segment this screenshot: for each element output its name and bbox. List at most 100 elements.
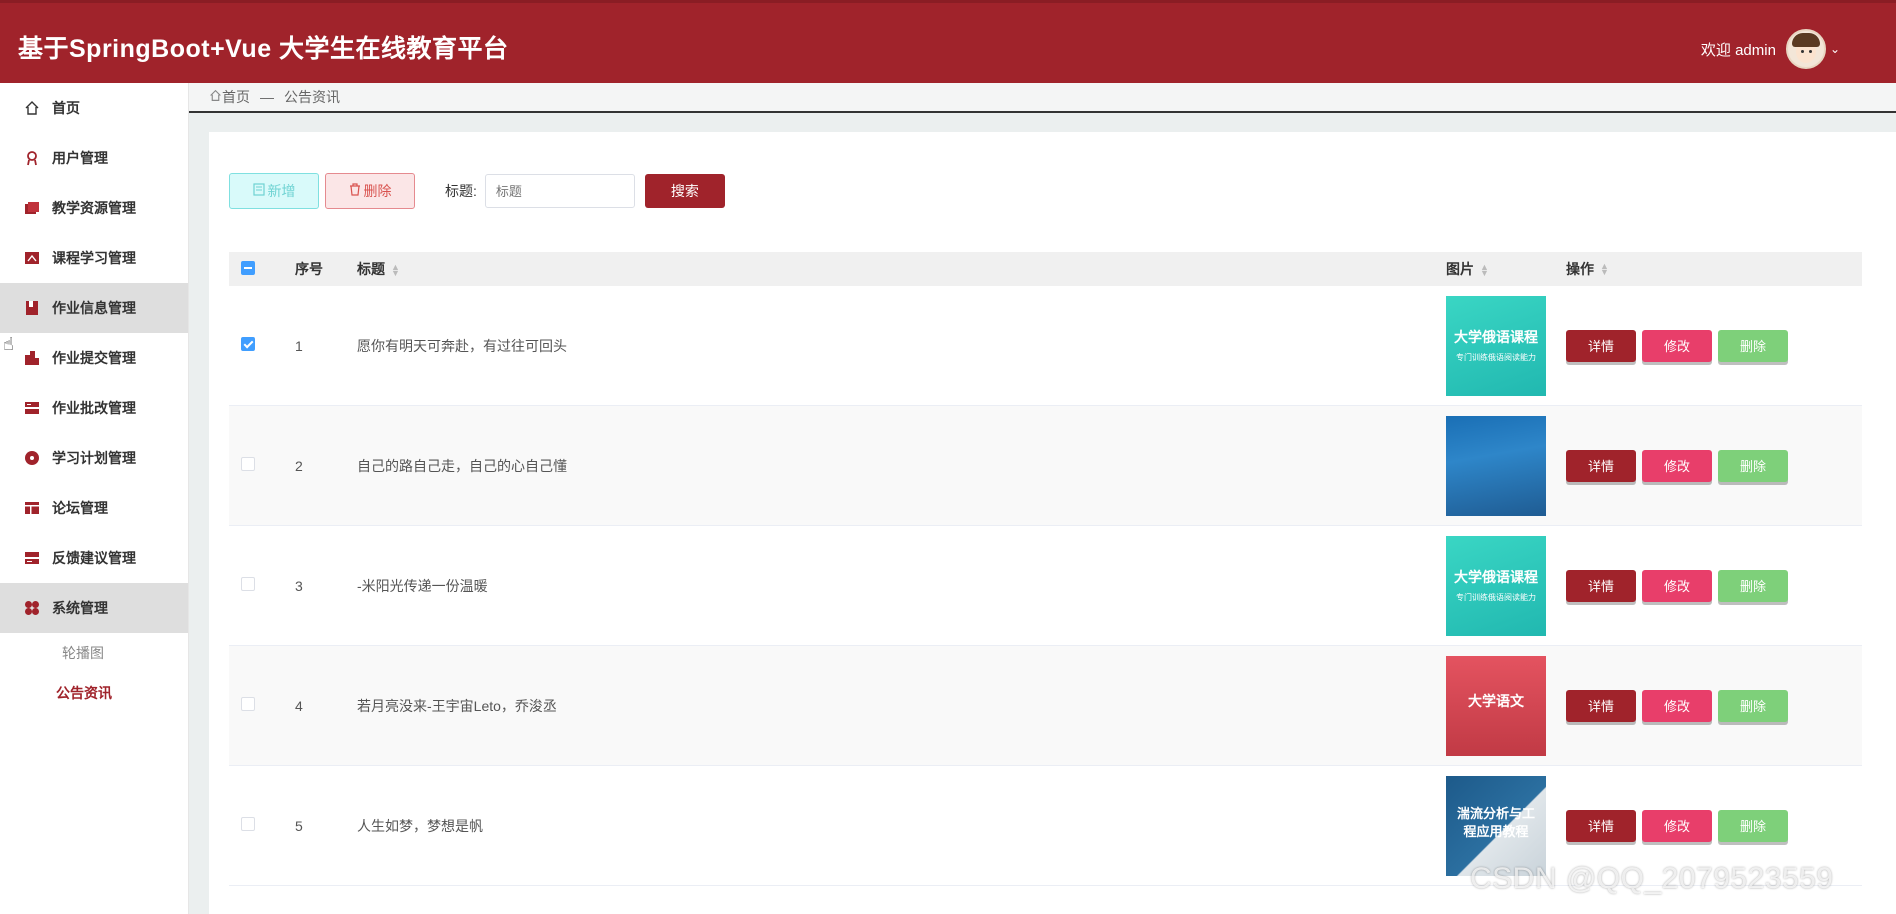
sidebar-item-label: 学习计划管理	[52, 450, 136, 466]
sidebar-item-forum[interactable]: 论坛管理	[0, 483, 188, 533]
row-title: 若月亮没来-王宇宙Leto，乔浚丞	[357, 697, 557, 714]
grading-icon	[24, 400, 40, 416]
title-search-input[interactable]	[484, 174, 635, 208]
toolbar: 新增 删除 标题: 搜索	[229, 173, 725, 209]
breadcrumb-home[interactable]: 首页	[222, 87, 250, 107]
title-filter-label: 标题:	[445, 183, 477, 199]
detail-button[interactable]: 详情	[1566, 689, 1636, 722]
sidebar-subitem-announcements[interactable]: 公告资讯	[0, 673, 188, 713]
delete-button[interactable]: 删除	[1718, 569, 1788, 602]
header-ops[interactable]: 操作 ▲ ▼	[1566, 259, 1862, 279]
table-row[interactable]: 2 自己的路自己走，自己的心自己懂 详情 修改 删除	[229, 406, 1862, 526]
row-image[interactable]: 大学语文	[1446, 655, 1546, 756]
system-icon	[24, 600, 40, 616]
sort-icon[interactable]: ▲ ▼	[1600, 262, 1609, 277]
detail-button[interactable]: 详情	[1566, 329, 1636, 362]
row-image[interactable]	[1446, 415, 1546, 516]
chevron-down-icon[interactable]: ⌄	[1830, 42, 1840, 56]
hand-cursor-icon: ☝	[3, 334, 14, 354]
feedback-icon	[24, 550, 40, 566]
delete-button[interactable]: 删除	[1718, 329, 1788, 362]
announcements-table: 序号 标题 ▲ ▼ 图片 ▲ ▼ 操作 ▲ ▼ 1 愿你有明天可奔赴，有过往可回头 大学俄语…	[229, 252, 1862, 886]
select-all-checkbox[interactable]	[241, 260, 255, 275]
sidebar-subitem-carousel[interactable]: 轮播图	[0, 633, 188, 673]
home-icon[interactable]	[209, 89, 222, 105]
header-index: 序号	[295, 261, 323, 277]
table-row[interactable]: 4 若月亮没来-王宇宙Leto，乔浚丞 大学语文 详情 修改 删除	[229, 646, 1862, 766]
table-header: 序号 标题 ▲ ▼ 图片 ▲ ▼ 操作 ▲ ▼	[229, 252, 1862, 286]
row-checkbox[interactable]	[241, 577, 255, 591]
avatar[interactable]	[1785, 29, 1826, 69]
sidebar-item-label: 作业批改管理	[52, 400, 136, 416]
edit-button[interactable]: 修改	[1642, 689, 1712, 722]
row-index: 3	[295, 577, 303, 594]
edit-button[interactable]: 修改	[1642, 569, 1712, 602]
search-button[interactable]: 搜索	[644, 174, 725, 208]
sidebar-item-label: 用户管理	[52, 150, 108, 166]
sidebar-item-label: 作业信息管理	[52, 300, 136, 316]
header-title[interactable]: 标题 ▲ ▼	[357, 259, 1446, 279]
sidebar-item-label: 作业提交管理	[52, 350, 136, 366]
sidebar-item-home[interactable]: 首页	[0, 83, 188, 133]
row-image[interactable]: 湍流分析与工程应用教程	[1446, 775, 1546, 876]
breadcrumb-separator: —	[260, 89, 274, 105]
sidebar-item-homework[interactable]: 作业信息管理	[0, 283, 188, 333]
detail-button[interactable]: 详情	[1566, 809, 1636, 842]
welcome-text: 欢迎 admin	[1700, 41, 1776, 59]
sidebar-item-label: 反馈建议管理	[52, 550, 136, 566]
home-icon	[24, 100, 40, 116]
sidebar: 首页 用户管理 教学资源管理 课程学习管理 作业信息管理 作业提交管理 作业批改…	[0, 83, 189, 914]
row-checkbox[interactable]	[241, 337, 255, 351]
edit-button[interactable]: 修改	[1642, 449, 1712, 482]
sidebar-item-resources[interactable]: 教学资源管理	[0, 183, 188, 233]
row-title: 人生如梦，梦想是帆	[357, 817, 483, 834]
row-index: 2	[295, 457, 303, 474]
user-menu[interactable]: 欢迎 admin ⌄	[1701, 29, 1840, 69]
books-icon	[24, 200, 40, 216]
new-button[interactable]: 新增	[229, 173, 319, 209]
sort-icon[interactable]: ▲ ▼	[1480, 263, 1489, 278]
breadcrumb-current: 公告资讯	[284, 89, 340, 105]
sidebar-item-label: 系统管理	[52, 600, 108, 616]
course-icon	[24, 250, 40, 266]
sidebar-item-feedback[interactable]: 反馈建议管理	[0, 533, 188, 583]
delete-button[interactable]: 删除	[1718, 449, 1788, 482]
sidebar-item-system[interactable]: 系统管理	[0, 583, 188, 633]
row-title: -米阳光传递一份温暖	[357, 577, 488, 594]
homework-icon	[24, 300, 40, 316]
row-checkbox[interactable]	[241, 697, 255, 711]
bulk-delete-button[interactable]: 删除	[325, 173, 415, 209]
sidebar-item-courses[interactable]: 课程学习管理	[0, 233, 188, 283]
table-row[interactable]: 1 愿你有明天可奔赴，有过往可回头 大学俄语课程 专门训练俄语阅读能力 详情 修改…	[229, 286, 1862, 406]
row-checkbox[interactable]	[241, 457, 255, 471]
row-index: 4	[295, 697, 303, 714]
sidebar-item-plans[interactable]: 学习计划管理	[0, 433, 188, 483]
sidebar-item-grading[interactable]: 作业批改管理	[0, 383, 188, 433]
sort-icon[interactable]: ▲ ▼	[391, 263, 400, 278]
sidebar-item-users[interactable]: 用户管理	[0, 133, 188, 183]
trash-icon	[349, 183, 361, 199]
sidebar-item-label: 课程学习管理	[52, 250, 136, 266]
app-title: 基于SpringBoot+Vue 大学生在线教育平台	[18, 35, 509, 63]
delete-button[interactable]: 删除	[1718, 689, 1788, 722]
watermark: CSDN @QQ_2079523559	[1470, 862, 1834, 895]
row-index: 5	[295, 817, 303, 834]
plan-icon	[24, 450, 40, 466]
edit-button[interactable]: 修改	[1642, 809, 1712, 842]
row-checkbox[interactable]	[241, 817, 255, 831]
table-row[interactable]: 3 -米阳光传递一份温暖 大学俄语课程 专门训练俄语阅读能力 详情 修改 删除	[229, 526, 1862, 646]
row-index: 1	[295, 337, 303, 354]
row-image[interactable]: 大学俄语课程 专门训练俄语阅读能力	[1446, 535, 1546, 636]
detail-button[interactable]: 详情	[1566, 569, 1636, 602]
edit-button[interactable]: 修改	[1642, 329, 1712, 362]
submit-icon	[24, 350, 40, 366]
row-title: 愿你有明天可奔赴，有过往可回头	[357, 337, 567, 354]
header-image[interactable]: 图片 ▲ ▼	[1446, 259, 1566, 279]
user-badge-icon	[24, 150, 40, 166]
sidebar-item-submissions[interactable]: 作业提交管理	[0, 333, 188, 383]
top-header: 基于SpringBoot+Vue 大学生在线教育平台 欢迎 admin ⌄	[0, 0, 1896, 83]
delete-button[interactable]: 删除	[1718, 809, 1788, 842]
row-image[interactable]: 大学俄语课程 专门训练俄语阅读能力	[1446, 295, 1546, 396]
document-icon	[252, 183, 265, 199]
detail-button[interactable]: 详情	[1566, 449, 1636, 482]
